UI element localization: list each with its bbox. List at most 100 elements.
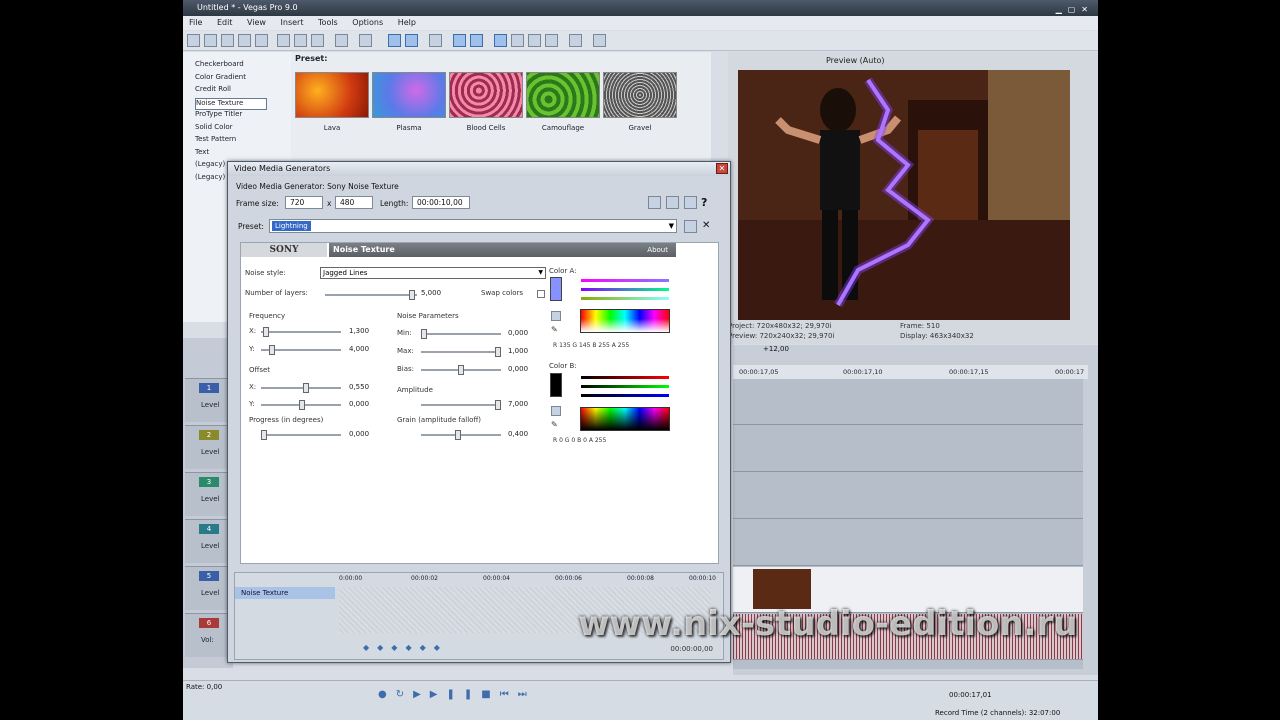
slider-knob[interactable] [263, 327, 269, 337]
color-b-spectrum[interactable] [580, 407, 670, 431]
menu-edit[interactable]: Edit [217, 18, 233, 27]
ripple-icon[interactable] [429, 34, 442, 47]
color-a-red-bar[interactable] [581, 279, 669, 282]
new-icon[interactable] [187, 34, 200, 47]
progress-slider[interactable] [261, 430, 341, 440]
generator-item[interactable]: Text [195, 148, 291, 161]
min-value[interactable]: 0,000 [508, 329, 528, 337]
freq-y-value[interactable]: 4,000 [349, 345, 369, 353]
color-b-blue-bar[interactable] [581, 394, 669, 397]
freq-x-value[interactable]: 1,300 [349, 327, 369, 335]
render-icon[interactable] [255, 34, 268, 47]
generator-item[interactable]: Test Pattern [195, 135, 291, 148]
amplitude-slider[interactable] [421, 400, 501, 410]
offset-x-slider[interactable] [261, 383, 341, 393]
zoom-tool-icon[interactable] [545, 34, 558, 47]
slider-knob[interactable] [299, 400, 305, 410]
preset-thumb-blood-cells[interactable] [449, 72, 523, 118]
keyframe-nav-buttons[interactable]: ◆◆◆◆◆◆ [363, 643, 448, 652]
track-header[interactable]: 1 Level [185, 378, 231, 422]
color-a-green-bar[interactable] [581, 288, 669, 291]
slider-knob[interactable] [421, 329, 427, 339]
frame-height-field[interactable]: 480 [335, 196, 373, 209]
video-event-thumb[interactable] [753, 569, 811, 609]
properties-icon[interactable] [569, 34, 582, 47]
offset-y-slider[interactable] [261, 400, 341, 410]
snap-icon[interactable] [388, 34, 401, 47]
color-a-picker-icon[interactable] [551, 311, 561, 321]
color-a-blue-bar[interactable] [581, 297, 669, 300]
generator-item[interactable]: ProType Titler [195, 110, 291, 123]
preset-dropdown[interactable]: Lightning ▼ [269, 219, 677, 233]
preset-thumb-gravel[interactable] [603, 72, 677, 118]
bias-value[interactable]: 0,000 [508, 365, 528, 373]
generator-item-selected[interactable]: Noise Texture [195, 97, 267, 110]
color-b-swatch[interactable] [550, 373, 562, 397]
lock-envelopes-icon[interactable] [453, 34, 466, 47]
bias-slider[interactable] [421, 365, 501, 375]
slider-knob[interactable] [455, 430, 461, 440]
min-slider[interactable] [421, 329, 501, 339]
preset-thumb-camouflage[interactable] [526, 72, 600, 118]
keyframe-ruler[interactable]: 0:00:00 00:00:02 00:00:04 00:00:06 00:00… [339, 575, 717, 585]
color-b-red-bar[interactable] [581, 376, 669, 379]
frame-width-field[interactable]: 720 [285, 196, 323, 209]
color-a-swatch[interactable] [550, 277, 562, 301]
slider-knob[interactable] [495, 400, 501, 410]
envelope-tool-icon[interactable] [511, 34, 524, 47]
length-field[interactable]: 00:00:10,00 [412, 196, 470, 209]
color-b-picker-icon[interactable] [551, 406, 561, 416]
dialog-close-button[interactable]: ✕ [716, 163, 728, 174]
track-header[interactable]: 6 Vol: [185, 613, 231, 657]
max-value[interactable]: 1,000 [508, 347, 528, 355]
eyedropper-icon[interactable]: ✎ [551, 325, 558, 334]
auto-crossfade-icon[interactable] [405, 34, 418, 47]
slider-knob[interactable] [261, 430, 267, 440]
preset-thumb-plasma[interactable] [372, 72, 446, 118]
slider-knob[interactable] [269, 345, 275, 355]
save-preset-icon[interactable] [684, 220, 697, 233]
eyedropper-icon[interactable]: ✎ [551, 420, 558, 429]
menu-view[interactable]: View [247, 18, 266, 27]
layers-slider[interactable] [325, 290, 417, 300]
about-link[interactable]: About [647, 243, 668, 257]
transport-buttons[interactable]: ●↻▶▶❚❚■⏮⏭ [378, 689, 536, 700]
plugin-chain-icon[interactable] [684, 196, 697, 209]
offset-x-value[interactable]: 0,550 [349, 383, 369, 391]
save-icon[interactable] [221, 34, 234, 47]
progress-value[interactable]: 0,000 [349, 430, 369, 438]
color-a-spectrum[interactable] [580, 309, 670, 333]
preset-thumb-lava[interactable] [295, 72, 369, 118]
noise-style-select[interactable]: Jagged Lines ▼ [320, 267, 546, 279]
grain-slider[interactable] [421, 430, 501, 440]
max-slider[interactable] [421, 347, 501, 357]
save-as-icon[interactable] [238, 34, 251, 47]
grain-value[interactable]: 0,400 [508, 430, 528, 438]
track-header[interactable]: 2 Level [185, 425, 231, 469]
help-icon[interactable]: ? [701, 196, 707, 209]
slider-knob[interactable] [303, 383, 309, 393]
timeline-ruler[interactable]: 00:00:17,05 00:00:17,10 00:00:17,15 00:0… [733, 365, 1088, 379]
ignore-grouping-icon[interactable] [470, 34, 483, 47]
generator-item[interactable]: Checkerboard [195, 60, 291, 73]
paste-icon[interactable] [311, 34, 324, 47]
whats-this-icon[interactable] [593, 34, 606, 47]
cut-icon[interactable] [277, 34, 290, 47]
slider-knob[interactable] [458, 365, 464, 375]
layers-value[interactable]: 5,000 [421, 289, 441, 297]
generator-item[interactable]: Solid Color [195, 123, 291, 136]
offset-y-value[interactable]: 0,000 [349, 400, 369, 408]
slider-knob[interactable] [409, 290, 415, 300]
delete-preset-icon[interactable]: ✕ [702, 220, 710, 231]
menu-options[interactable]: Options [352, 18, 383, 27]
slider-knob[interactable] [495, 347, 501, 357]
edit-tool-icon[interactable] [494, 34, 507, 47]
preview-quality[interactable]: Preview (Auto) [826, 56, 885, 65]
selection-tool-icon[interactable] [528, 34, 541, 47]
copy-icon[interactable] [294, 34, 307, 47]
track-header[interactable]: 5 Level [185, 566, 231, 610]
track-header[interactable]: 4 Level [185, 519, 231, 563]
open-icon[interactable] [204, 34, 217, 47]
menu-tools[interactable]: Tools [318, 18, 338, 27]
swap-colors-checkbox[interactable] [537, 290, 545, 298]
